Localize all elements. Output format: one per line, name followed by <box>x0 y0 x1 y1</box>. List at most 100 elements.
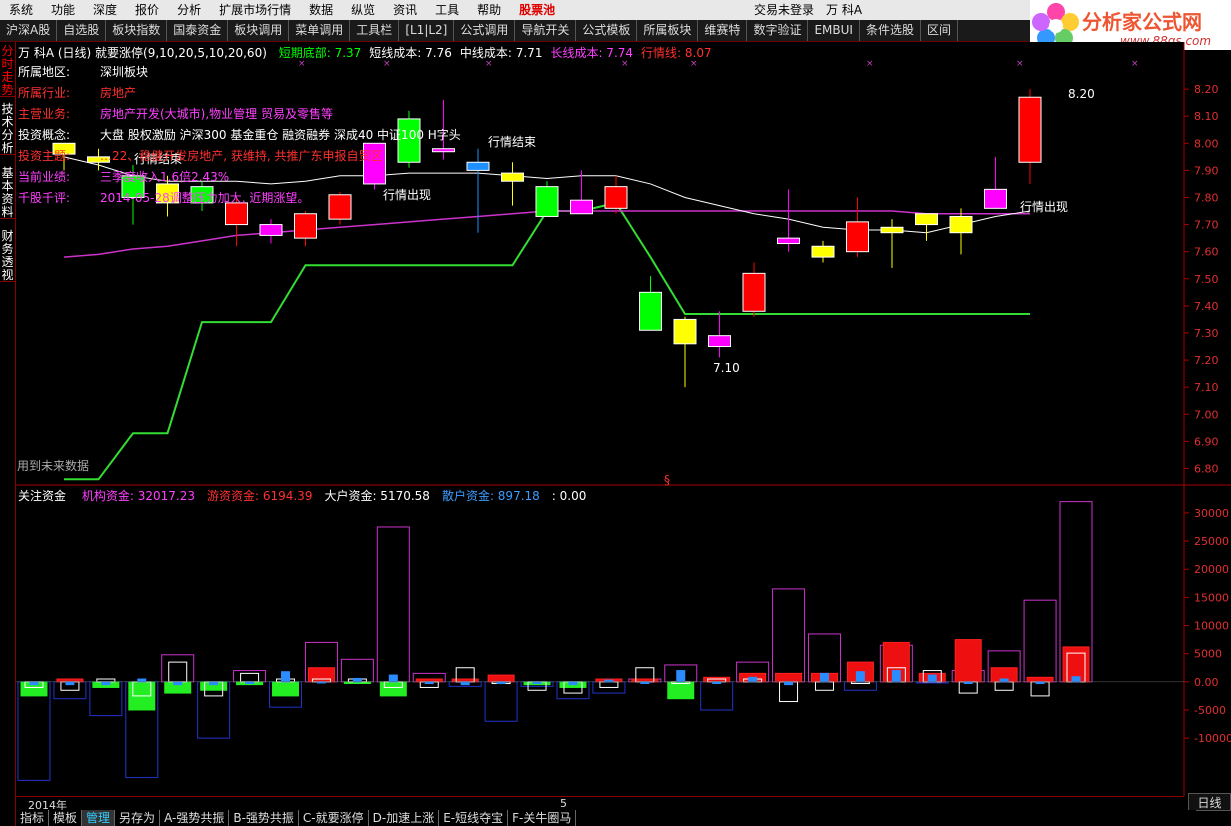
hot-money-bar <box>487 674 515 683</box>
bottom-tab[interactable]: E-短线夺宝 <box>439 810 509 826</box>
menu-item[interactable]: 分析 <box>168 0 210 20</box>
retail-fund-bar <box>352 677 362 683</box>
funds-value: 大户资金: 5170.58 <box>324 489 430 503</box>
retail-fund-bar <box>963 681 973 685</box>
retail-fund-bar <box>712 681 722 685</box>
candle-body <box>742 272 766 312</box>
side-tabs: 分时走势 技术分析 基本资料 财务透视 <box>0 42 16 826</box>
menu-item[interactable]: 数据 <box>300 0 342 20</box>
price-tick-label: 7.40 <box>1194 300 1219 313</box>
signal-marker: × <box>1131 59 1139 69</box>
price-tick-label: 7.80 <box>1194 191 1219 204</box>
indicator-values: 短期底部: 7.37 短线成本: 7.76 中线成本: 7.71 长线成本: 7.74… <box>271 46 712 60</box>
tab-technical[interactable]: 技术分析 <box>0 100 15 155</box>
funds-value: : 0.00 <box>551 489 587 503</box>
toolbar-button[interactable]: 沪深A股 <box>0 20 58 41</box>
retail-fund-bar <box>101 681 111 686</box>
retail-fund-bar <box>532 681 542 685</box>
bottom-tab[interactable]: 另存为 <box>115 810 161 826</box>
info-row: 投资主题: …22、稳健开发房地产, 获维持, 共推广东申报自贸区 <box>18 146 461 167</box>
funds-tick-label: 15000 <box>1194 591 1229 604</box>
toolbar-button[interactable]: 公式调用 <box>454 20 516 41</box>
toolbar-button[interactable]: 自选股 <box>57 20 107 41</box>
toolbar-button[interactable]: 工具栏 <box>350 20 400 41</box>
bottom-tab[interactable]: B-强势共振 <box>229 810 299 826</box>
indicator-value: 短线成本: 7.76 <box>369 46 452 60</box>
bottom-tab[interactable]: 模板 <box>49 810 83 826</box>
menu-item[interactable]: 帮助 <box>468 0 510 20</box>
retail-fund-bar <box>855 671 865 683</box>
menu-item[interactable]: 深度 <box>84 0 126 20</box>
retail-fund-bar <box>604 679 614 683</box>
funds-tick-label: 25000 <box>1194 535 1229 548</box>
toolbar-button[interactable]: EMBUI <box>808 20 860 41</box>
toolbar-button[interactable]: 区间 <box>921 20 958 41</box>
menu-item[interactable]: 功能 <box>42 0 84 20</box>
candle-body <box>604 186 628 209</box>
toolbar-button[interactable]: 板块调用 <box>228 20 290 41</box>
toolbar-button[interactable]: 条件选股 <box>860 20 921 41</box>
candle-body <box>673 318 697 345</box>
toolbar-button[interactable]: 菜单调用 <box>289 20 351 41</box>
funds-chart[interactable]: 30000 25000 20000 15000 10000 5000 0.00 -5000 -1… <box>16 486 1231 796</box>
funds-tick-label: 20000 <box>1194 563 1229 576</box>
signal-out-label: 行情出现 <box>1020 200 1068 214</box>
menu-item[interactable]: 股票池 <box>510 0 564 20</box>
candle-body <box>535 186 559 217</box>
menu-item[interactable]: 纵览 <box>342 0 384 20</box>
menu-item[interactable]: 资讯 <box>384 0 426 20</box>
toolbar-button[interactable]: 所属板块 <box>637 20 699 41</box>
bottom-tab[interactable]: F-关牛圈马 <box>508 810 577 826</box>
tab-intraday[interactable]: 分时走势 <box>0 42 15 97</box>
candle-body <box>259 224 283 236</box>
trade-status: 交易未登录 <box>754 3 815 17</box>
bottom-tab[interactable]: C-就要涨停 <box>299 810 369 826</box>
period-selector[interactable]: 日线 <box>1188 793 1231 811</box>
retail-fund-bar <box>173 681 183 686</box>
info-label: 主营业务: <box>18 107 71 121</box>
bottom-tab[interactable]: 管理 <box>82 810 116 826</box>
toolbar-button[interactable]: 数字验证 <box>747 20 809 41</box>
retail-fund-bar <box>1071 676 1081 683</box>
funds-value: 机构资金: 32017.23 <box>81 489 195 503</box>
indicator-value: 行情线: 8.07 <box>641 46 712 60</box>
menu-item[interactable]: 报价 <box>126 0 168 20</box>
price-tick-label: 7.10 <box>1194 381 1219 394</box>
funds-title: 关注资金 <box>18 489 67 503</box>
price-tick-label: 7.20 <box>1194 354 1219 367</box>
info-row: 千股千评: 2014-05-28调整压力加大, 近期涨望。 <box>18 188 461 209</box>
menu-item[interactable]: 系统 <box>0 0 42 20</box>
price-tick-label: 7.50 <box>1194 273 1219 286</box>
toolbar-button[interactable]: 国泰资金 <box>167 20 229 41</box>
tab-fundamental[interactable]: 基本资料 <box>0 164 15 219</box>
high-price-label: 8.20 <box>1068 87 1095 101</box>
bottom-tab[interactable]: 指标 <box>16 810 50 826</box>
info-row: 所属地区: 深圳板块 <box>18 62 461 83</box>
toolbar-button[interactable]: [L1|L2] <box>399 20 455 41</box>
info-value: 房地产开发(大城市),物业管理 贸易及零售等 <box>100 107 333 121</box>
hot-money-bar <box>272 681 300 697</box>
menu-item[interactable]: 扩展市场行情 <box>210 0 300 20</box>
candle-body <box>811 245 835 258</box>
retail-fund-bar <box>496 681 506 685</box>
retail-fund-bar <box>784 681 794 686</box>
logo-title: 分析家公式网 <box>1082 10 1202 34</box>
info-value: 三季度收入1.6倍2.43% <box>100 170 230 184</box>
info-row: 当前业绩: 三季度收入1.6倍2.43% <box>18 167 461 188</box>
menu-item[interactable]: 工具 <box>426 0 468 20</box>
price-tick-label: 6.90 <box>1194 435 1219 448</box>
funds-value: 散户资金: 897.18 <box>441 489 540 503</box>
funds-value: 游资资金: 6194.39 <box>206 489 313 503</box>
bottom-tab[interactable]: D-加速上涨 <box>369 810 440 826</box>
toolbar-button[interactable]: 维赛特 <box>698 20 748 41</box>
stock-short-name: 万 科A <box>826 3 863 17</box>
price-tick-label: 7.70 <box>1194 219 1219 232</box>
funds-tick-label: 30000 <box>1194 507 1229 520</box>
toolbar-button[interactable]: 公式模板 <box>576 20 638 41</box>
tab-finance[interactable]: 财务透视 <box>0 227 15 282</box>
toolbar-button[interactable]: 板块指数 <box>106 20 168 41</box>
toolbar-button[interactable]: 导航开关 <box>515 20 577 41</box>
info-label: 千股千评: <box>18 191 71 205</box>
price-tick-label: 7.00 <box>1194 408 1219 421</box>
bottom-tab[interactable]: A-强势共振 <box>160 810 230 826</box>
